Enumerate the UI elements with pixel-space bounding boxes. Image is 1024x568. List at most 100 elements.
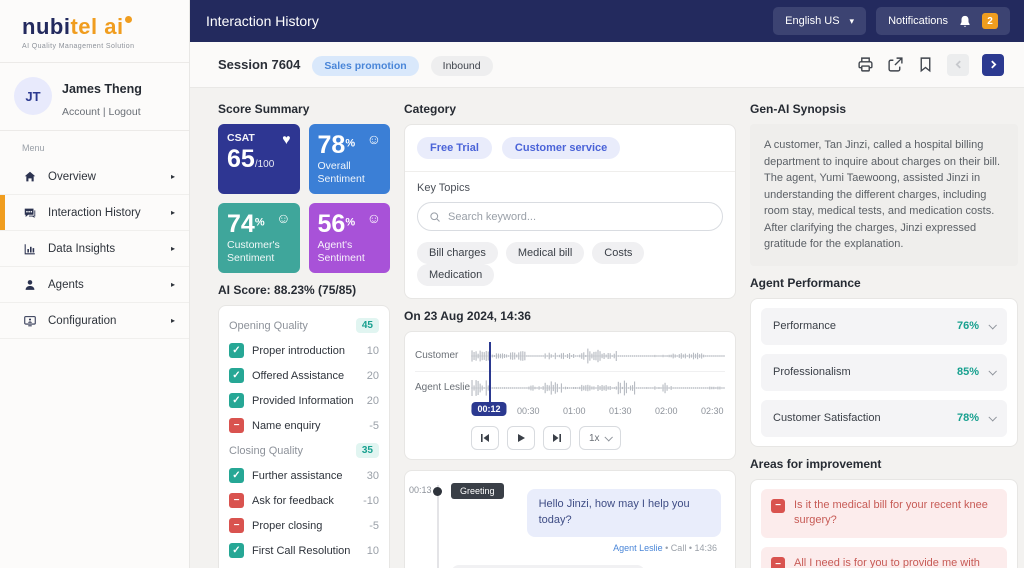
session-tags: Sales promotion Inbound (300, 55, 493, 76)
app-window: nubitel ai AI Quality Management Solutio… (0, 0, 1024, 568)
session-tag-sales-promotion: Sales promotion (312, 55, 419, 76)
keyword-chip-medical-bill: Medical bill (505, 242, 585, 264)
ai-group-score-badge: 35 (355, 443, 379, 458)
keyword-chips: Bill charges Medical bill Costs Medication (417, 242, 723, 286)
bookmark-button[interactable] (917, 56, 934, 73)
performance-value: 76% (956, 320, 979, 332)
waveform-customer[interactable] (471, 342, 725, 370)
search-icon (430, 211, 440, 222)
category-chips: Free Trial Customer service (405, 125, 735, 172)
transcript-timeline-rail (437, 485, 439, 568)
agent-performance-card: Performance 76% Professionalism 85% Customer… (750, 297, 1018, 447)
avatar: JT (14, 77, 52, 115)
chevron-down-icon (988, 367, 997, 376)
chat-bubble: Hello Jinzi, how may I help you today? (526, 489, 721, 537)
ai-item-value: -10 (363, 494, 379, 507)
user-profile: JT James Theng Account | Logout (0, 63, 189, 131)
sidebar-menu: Overview ▸ Interaction History ▸ Data Insigh… (0, 159, 189, 339)
monitor-icon (22, 313, 38, 329)
sidebar-item-label: Data Insights (48, 242, 116, 255)
keyword-chip-medication: Medication (417, 264, 495, 286)
session-tag-inbound: Inbound (430, 55, 493, 76)
sidebar-item-data-insights[interactable]: Data Insights ▸ (0, 231, 189, 267)
timeline-axis: 00:0000:3001:0001:3002:0002:30 (471, 404, 725, 419)
sidebar-item-label: Agents (48, 278, 84, 291)
performance-value: 85% (956, 366, 979, 378)
next-session-button[interactable] (982, 53, 1004, 76)
ai-item-offered-assistance: ✓ Offered Assistance 20 (229, 368, 379, 383)
user-name: James Theng (62, 82, 142, 96)
ai-score-heading: AI Score: 88.23% (75/85) (218, 283, 357, 297)
content-area: Score Summary CSAT ♥ 65/100 78% ☺ Overall Sent… (190, 88, 1024, 568)
chevron-right-icon: ▸ (170, 316, 175, 325)
skip-forward-button[interactable] (543, 426, 571, 450)
checkbox-minus-icon[interactable]: − (229, 518, 244, 533)
track-label: Customer (415, 349, 459, 361)
ai-item-value: 20 (366, 369, 379, 382)
sidebar-item-interaction-history[interactable]: Interaction History ▸ (0, 195, 189, 231)
timeline-label: 02:30 (701, 406, 724, 416)
chevron-right-icon: ▸ (170, 244, 175, 253)
ai-item-proper-closing: − Proper closing -5 (229, 518, 379, 533)
keyword-chip-bill-charges: Bill charges (417, 242, 498, 264)
ai-item-value: 10 (366, 344, 379, 357)
chevron-right-icon: ▸ (170, 208, 175, 217)
skip-back-button[interactable] (471, 426, 499, 450)
playhead-time-tooltip: 00:12 (471, 402, 507, 416)
performance-row-customer-satisfaction[interactable]: Customer Satisfaction 78% (761, 399, 1007, 437)
checkbox-checked-icon[interactable]: ✓ (229, 393, 244, 408)
ai-item-ask-for-feedback: − Ask for feedback -10 (229, 493, 379, 508)
ai-group-closing-quality: Closing Quality 35 (229, 443, 379, 458)
ai-group-score-badge: 45 (355, 318, 379, 333)
performance-value: 78% (956, 412, 979, 424)
keyword-search[interactable] (417, 202, 723, 231)
account-logout-links[interactable]: Account | Logout (62, 106, 142, 118)
category-chip-free-trial: Free Trial (417, 137, 492, 159)
session-header: Session 7604 Sales promotion Inbound (190, 42, 1024, 88)
category-card: Free Trial Customer service Key Topics Bi… (404, 124, 736, 299)
person-icon (22, 277, 38, 293)
play-button[interactable] (507, 426, 535, 450)
notifications-button[interactable]: Notifications 2 (876, 7, 1010, 35)
sidebar-item-label: Overview (48, 170, 96, 183)
heart-icon: ♥ (282, 131, 291, 147)
checkbox-checked-icon[interactable]: ✓ (229, 543, 244, 558)
previous-session-button[interactable] (947, 53, 969, 76)
logo-text-navy: nubi (22, 14, 71, 39)
playback-controls: 1x (471, 426, 725, 450)
chat-icon (22, 205, 38, 221)
recording-heading: On 23 Aug 2024, 14:36 (404, 309, 531, 323)
print-button[interactable] (857, 56, 874, 73)
language-selector[interactable]: English US ▾ (773, 7, 867, 35)
performance-row-professionalism[interactable]: Professionalism 85% (761, 353, 1007, 391)
search-input[interactable] (448, 210, 711, 223)
checkbox-checked-icon[interactable]: ✓ (229, 368, 244, 383)
performance-row-performance[interactable]: Performance 76% (761, 307, 1007, 345)
score-tile-customer-s-sentiment: 74% ☺ Customer's Sentiment (218, 203, 300, 273)
score-summary-heading: Score Summary (218, 102, 310, 116)
share-button[interactable] (887, 56, 904, 73)
ai-item-value: -5 (369, 519, 379, 532)
checkbox-minus-icon[interactable]: − (229, 418, 244, 433)
playback-speed-selector[interactable]: 1x (579, 426, 621, 450)
timeline-label: 02:00 (655, 406, 678, 416)
chevron-right-icon: ▸ (170, 280, 175, 289)
sidebar-item-overview[interactable]: Overview ▸ (0, 159, 189, 195)
minus-icon: − (771, 498, 785, 513)
sidebar-item-configuration[interactable]: Configuration ▸ (0, 303, 189, 339)
ai-item-value: 10 (366, 544, 379, 557)
improvements-heading: Areas for improvement (750, 456, 882, 471)
checkbox-minus-icon[interactable]: − (229, 493, 244, 508)
sidebar-item-agents[interactable]: Agents ▸ (0, 267, 189, 303)
menu-section-label: Menu (22, 143, 45, 153)
score-tile-csat: CSAT ♥ 65/100 (218, 124, 300, 194)
waveform-track-customer: Customer (415, 340, 725, 372)
timeline-label: 01:00 (563, 406, 586, 416)
checkbox-checked-icon[interactable]: ✓ (229, 468, 244, 483)
minus-icon: − (771, 557, 785, 568)
checkbox-checked-icon[interactable]: ✓ (229, 343, 244, 358)
waveform-agent[interactable] (471, 374, 725, 402)
playhead[interactable] (489, 342, 491, 408)
score-tiles: CSAT ♥ 65/100 78% ☺ Overall Sentiment 74% ☺ Custo… (218, 124, 390, 273)
ai-score-card: Opening Quality 45 ✓ Proper introduction 10 ✓… (218, 305, 390, 568)
